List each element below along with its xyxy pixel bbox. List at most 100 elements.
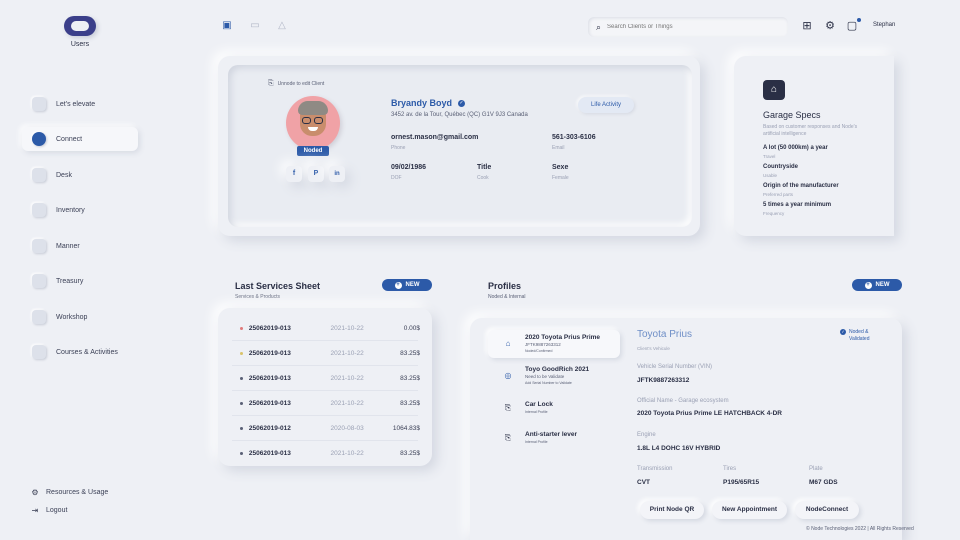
grid-icon[interactable]: ⊞	[800, 19, 814, 33]
sidebar-item-connect[interactable]: Connect	[22, 127, 138, 151]
table-row[interactable]: 25062019-013 2021-10-22 83.25$	[230, 393, 420, 413]
vin-value: JFTK9887263312	[637, 377, 690, 384]
sidebar-item-courses[interactable]: Courses & Activities	[22, 340, 138, 364]
profile-item-note: Add Serial Number to Validate	[525, 381, 572, 385]
connect-icon	[32, 132, 46, 146]
unlock-icon: ⎘	[268, 80, 274, 87]
logout-label: Logout	[46, 507, 68, 514]
transmission-label: Transmission	[637, 466, 673, 472]
new-profile-button[interactable]: + NEW	[852, 279, 902, 291]
table-row[interactable]: 25062019-013 2021-10-22 83.25$	[230, 443, 420, 463]
engine-label: Engine	[637, 432, 656, 438]
service-id: 25062019-013	[248, 449, 291, 457]
profiles-subtitle: Noded & Internal	[488, 294, 526, 300]
profile-item-prius[interactable]: ⌂ 2020 Toyota Prius Prime JFTK9887263312…	[488, 330, 620, 358]
pinterest-icon[interactable]: P	[308, 166, 324, 182]
facebook-icon[interactable]: f	[286, 166, 302, 182]
row-divider	[232, 440, 418, 441]
table-row[interactable]: 25062019-012 2020-08-03 1064.83$	[230, 418, 420, 438]
avatar-face	[298, 101, 328, 136]
search-input[interactable]	[607, 24, 768, 30]
status-dot	[240, 401, 243, 405]
service-amount: 83.25$	[400, 374, 420, 382]
note-icon[interactable]: ▣	[220, 19, 234, 33]
sidebar-item-inventory[interactable]: Inventory	[22, 198, 138, 222]
garage-spec-label: Frequency	[763, 211, 785, 216]
profile-item-anti-starter[interactable]: ⎘ Anti-starter lever Internal Profile	[488, 424, 620, 452]
garage-spec-value: A lot (50 000km) a year	[763, 145, 828, 151]
plate-label: Plate	[809, 466, 823, 472]
transmission-value: CVT	[637, 479, 650, 486]
nodeconnect-button[interactable]: NodeConnect	[795, 501, 859, 519]
service-amount: 83.25$	[400, 399, 420, 407]
manner-icon	[32, 239, 46, 253]
profile-item-title: Anti-starter lever	[525, 431, 578, 438]
official-name-label: Official Name - Garage ecosystem	[637, 398, 729, 404]
service-id: 25062019-013	[248, 324, 291, 332]
badge-line: Noded &	[849, 329, 869, 335]
client-dob-value: 09/02/1986	[391, 164, 427, 171]
status-dot	[240, 376, 243, 380]
client-sex-value: Sexe	[552, 164, 569, 171]
resources-label: Resources & Usage	[46, 489, 109, 496]
table-row[interactable]: 25062019-013 2021-10-22 83.25$	[230, 343, 420, 363]
new-service-button[interactable]: + NEW	[382, 279, 432, 291]
client-name-row: Bryandy Boyd ✓	[391, 98, 466, 108]
courses-icon	[32, 345, 46, 359]
client-email-value: ornest.mason@gmail.com	[391, 134, 479, 141]
engine-value: 1.8L L4 DOHC 16V HYBRID	[637, 445, 721, 452]
cloud-icon[interactable]: △	[275, 19, 289, 33]
treasury-icon	[32, 274, 46, 288]
profile-item-title: Car Lock	[525, 401, 553, 408]
service-date: 2021-10-22	[330, 449, 364, 457]
garage-spec-value: Origin of the manufacturer	[763, 183, 839, 189]
gear-icon[interactable]: ⚙	[823, 19, 837, 33]
resources-icon: ⚙	[31, 488, 39, 497]
copyright: © Node Technologies 2022 | All Rights Re…	[806, 526, 914, 532]
vehicle-title: Toyota Prius	[637, 329, 693, 340]
elevate-icon	[32, 97, 46, 111]
sidebar-item-manner[interactable]: Manner	[22, 234, 138, 258]
profile-item-title: 2020 Toyota Prius Prime	[525, 334, 601, 341]
workshop-icon	[32, 310, 46, 324]
profile-item-car-lock[interactable]: ⎘ Car Lock Internal Profile	[488, 394, 620, 422]
lever-icon: ⎘	[504, 433, 512, 442]
service-id: 25062019-013	[248, 374, 291, 382]
sidebar-item-desk[interactable]: Desk	[22, 163, 138, 187]
edit-note-label: Unnode to edit Client	[277, 81, 325, 87]
logo-label: Users	[70, 41, 90, 48]
service-amount: 83.25$	[400, 349, 420, 357]
sidebar-item-workshop[interactable]: Workshop	[22, 305, 138, 329]
life-activity-button[interactable]: Life Activity	[578, 97, 634, 113]
garage-description: Based on customer responses and Node's a…	[763, 124, 858, 137]
client-title-value: Title	[477, 164, 492, 171]
check-icon: ✓	[840, 329, 846, 335]
client-address: 3452 av. de la Tour, Québec (QC) G1V 9J3…	[391, 112, 528, 118]
app-logo-icon[interactable]	[64, 16, 96, 36]
edit-note[interactable]: ⎘ Unnode to edit Client	[268, 80, 324, 88]
user-name[interactable]: Stephan	[873, 22, 895, 28]
card-icon[interactable]: ▭	[248, 19, 262, 33]
garage-spec-label: Travel	[763, 154, 776, 159]
search-bar[interactable]: ⌕	[588, 17, 788, 37]
service-date: 2021-10-22	[330, 399, 364, 407]
service-id: 25062019-012	[248, 424, 291, 432]
profile-item-tires[interactable]: ◎ Toyo GoodRich 2021 Need to be Validate…	[488, 362, 620, 390]
search-icon: ⌕	[596, 21, 602, 32]
linkedin-icon[interactable]: in	[329, 166, 345, 182]
table-row[interactable]: 25062019-013 2021-10-22 0.00$	[230, 318, 420, 338]
sidebar-item-label: Let's elevate	[56, 100, 96, 108]
sidebar-item-lets-elevate[interactable]: Let's elevate	[22, 92, 138, 116]
logout-link[interactable]: ⇥ Logout	[30, 506, 68, 515]
print-qr-button[interactable]: Print Node QR	[640, 501, 704, 519]
resources-link[interactable]: ⚙ Resources & Usage	[30, 488, 108, 497]
new-appointment-button[interactable]: New Appointment	[712, 501, 787, 519]
garage-title: Garage Specs	[763, 110, 821, 120]
table-row[interactable]: 25062019-013 2021-10-22 83.25$	[230, 368, 420, 388]
client-email-label: Phone	[391, 145, 406, 151]
sidebar-item-label: Manner	[56, 242, 80, 250]
service-id: 25062019-013	[248, 399, 291, 407]
row-divider	[232, 415, 418, 416]
inventory-icon	[32, 203, 46, 217]
sidebar-item-treasury[interactable]: Treasury	[22, 269, 138, 293]
